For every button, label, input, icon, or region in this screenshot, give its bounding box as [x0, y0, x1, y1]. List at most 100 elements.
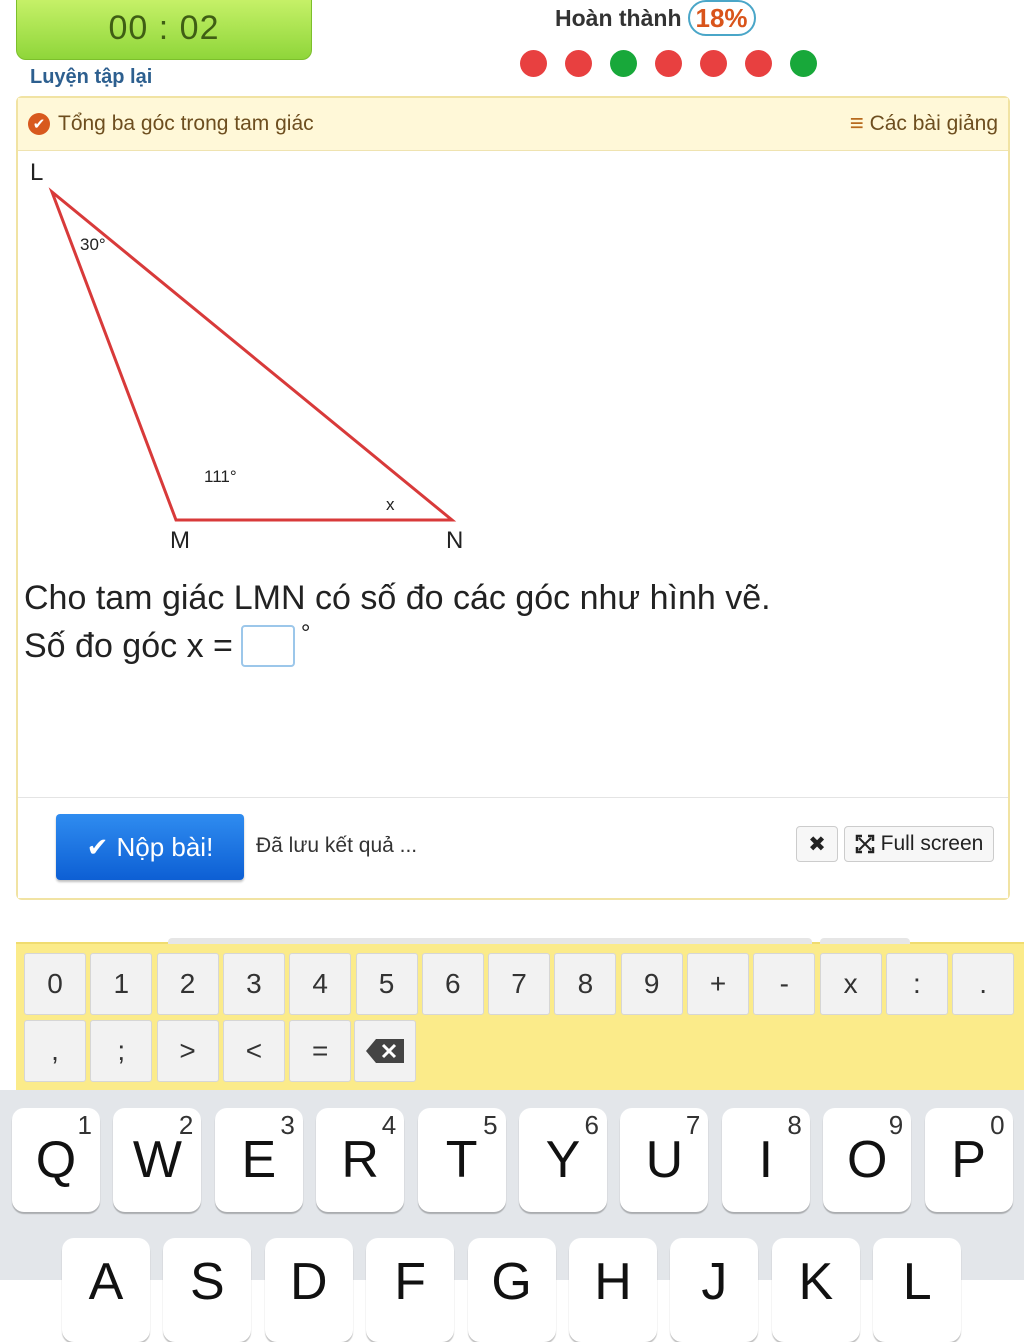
keypad-key[interactable]: 6 [421, 953, 484, 1015]
fullscreen-label: Full screen [880, 832, 984, 855]
key-letter: K [798, 1253, 834, 1311]
keyboard-key[interactable]: Y6 [519, 1108, 607, 1212]
progress-percent: 18% [687, 0, 756, 36]
keyboard-key[interactable]: U7 [620, 1108, 709, 1212]
status-dot [565, 50, 592, 77]
fullscreen-button[interactable]: Full screen [844, 826, 994, 862]
card-footer: ✔ Nộp bài! Đã lưu kết quả ... ✖ Full scr… [18, 797, 1008, 898]
keyboard-key[interactable]: D [264, 1238, 353, 1342]
status-dot [520, 50, 547, 77]
key-hint: 1 [77, 1110, 92, 1140]
keypad-key[interactable]: 0 [24, 953, 86, 1015]
keyboard-key[interactable]: K [771, 1238, 860, 1342]
angle-label-l: 30° [80, 235, 106, 254]
keyboard-key[interactable]: I8 [721, 1108, 810, 1212]
keypad-key[interactable]: . [952, 953, 1015, 1015]
submit-button[interactable]: ✔ Nộp bài! [56, 814, 244, 880]
triangle-figure: L M N 30° 111° x [30, 159, 463, 554]
key-hint: 7 [685, 1110, 701, 1140]
angle-label-n: x [386, 495, 395, 514]
key-hint: 8 [787, 1110, 802, 1140]
question-line-1: Cho tam giác LMN có số đo các góc như hì… [24, 579, 771, 617]
vertex-label-l: L [30, 159, 43, 186]
key-letter: A [88, 1253, 124, 1311]
question-text: Cho tam giác LMN có số đo các góc như hì… [24, 574, 771, 670]
backspace-key[interactable] [354, 1020, 416, 1082]
angle-label-m: 111° [204, 467, 237, 486]
key-letter: U [645, 1131, 684, 1189]
key-hint: 0 [990, 1110, 1005, 1140]
vertex-label-n: N [446, 527, 463, 554]
timer-display: 00 : 02 [16, 0, 312, 60]
keypad-key[interactable]: < [222, 1020, 285, 1082]
answer-input[interactable] [240, 625, 295, 667]
key-hint: 9 [888, 1110, 904, 1140]
key-hint: 3 [280, 1110, 295, 1140]
degree-symbol: ° [300, 620, 311, 647]
key-letter: P [951, 1131, 986, 1189]
status-dot [745, 50, 772, 77]
key-letter: E [241, 1131, 277, 1189]
key-letter: R [341, 1131, 379, 1189]
keypad-tab[interactable] [820, 938, 910, 944]
question-line-2: Số đo góc x = [24, 627, 233, 665]
keyboard-key[interactable]: P0 [924, 1108, 1013, 1212]
keyboard-key[interactable]: Q1 [12, 1108, 100, 1212]
keyboard-key[interactable]: A [62, 1238, 150, 1342]
progress-indicator: Hoàn thành 18% [555, 0, 756, 36]
status-dot [790, 50, 817, 77]
vertex-label-m: M [170, 527, 190, 554]
key-hint: 4 [381, 1110, 397, 1140]
lesson-title-text: Tổng ba góc trong tam giác [58, 112, 314, 135]
key-letter: T [445, 1131, 478, 1189]
keypad-key[interactable]: = [289, 1020, 352, 1082]
keyboard-key[interactable]: T5 [417, 1108, 506, 1212]
onscreen-keyboard: Q1W2E3R4T5Y6U7I8O9P0ASDFGHJKL [0, 1090, 1024, 1342]
keypad-key[interactable]: , [24, 1020, 86, 1082]
keypad-tab[interactable] [168, 938, 812, 944]
keyboard-key[interactable]: G [467, 1238, 556, 1342]
keyboard-key[interactable]: F [366, 1238, 455, 1342]
keypad-key[interactable]: x [819, 953, 882, 1015]
keypad-key[interactable]: 1 [90, 953, 153, 1015]
card-header: ✔ Tổng ba góc trong tam giác ≡ Các bài g… [18, 98, 1008, 151]
math-keypad: 0 1 2 3 4 5 6 7 8 9 + - x:.,; > < = [16, 938, 1024, 1090]
keypad-key[interactable]: + [687, 953, 749, 1015]
exercise-card: ✔ Tổng ba góc trong tam giác ≡ Các bài g… [16, 96, 1010, 900]
keyboard-key[interactable]: H [569, 1238, 657, 1342]
keypad-key[interactable]: 4 [289, 953, 352, 1015]
key-letter: J [701, 1253, 728, 1311]
keypad-key[interactable]: 3 [222, 953, 285, 1015]
key-letter: W [132, 1131, 182, 1189]
checkmark-icon: ✔ [86, 831, 109, 862]
key-letter: Y [545, 1131, 581, 1189]
keypad-key[interactable]: 8 [554, 953, 617, 1015]
keypad-key[interactable]: - [753, 953, 816, 1015]
keyboard-key[interactable]: W2 [113, 1108, 202, 1212]
key-letter: L [902, 1253, 932, 1311]
lesson-title: ✔ Tổng ba góc trong tam giác [28, 112, 314, 136]
keyboard-key[interactable]: E3 [214, 1108, 303, 1212]
keyboard-key[interactable]: J [670, 1238, 759, 1342]
key-letter: F [394, 1253, 427, 1311]
progress-label: Hoàn thành [555, 4, 682, 31]
keypad-key[interactable]: 9 [620, 953, 683, 1015]
keypad-key[interactable]: ; [90, 1020, 153, 1082]
keypad-key[interactable]: > [156, 1020, 219, 1082]
keyboard-key[interactable]: O9 [823, 1108, 912, 1212]
keyboard-key[interactable]: R4 [316, 1108, 405, 1212]
key-letter: I [758, 1131, 774, 1189]
keypad-key[interactable]: 7 [488, 953, 551, 1015]
check-circle-icon: ✔ [28, 113, 50, 135]
key-letter: S [190, 1253, 225, 1311]
keypad-key[interactable]: 5 [355, 953, 418, 1015]
keypad-key[interactable]: 2 [156, 953, 219, 1015]
status-dot [610, 50, 637, 77]
keyboard-key[interactable]: S [163, 1238, 252, 1342]
keypad-key[interactable]: : [885, 953, 948, 1015]
lessons-link[interactable]: ≡ Các bài giảng [850, 110, 998, 138]
answer-status-dots [520, 50, 817, 77]
keyboard-key[interactable]: L [873, 1238, 962, 1342]
retry-link[interactable]: Luyện tập lại [30, 66, 152, 89]
close-button[interactable]: ✖ [796, 826, 838, 862]
